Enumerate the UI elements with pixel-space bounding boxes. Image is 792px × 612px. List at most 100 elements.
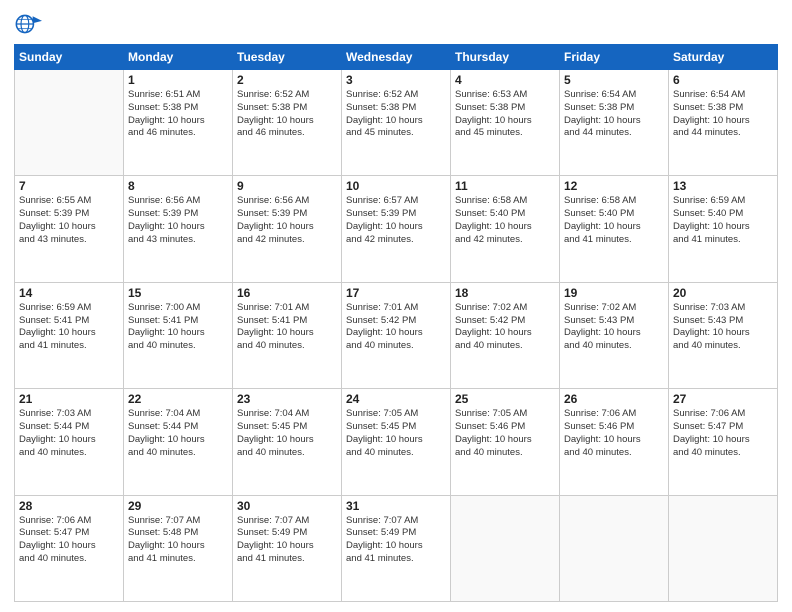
day-number: 10 — [346, 179, 446, 193]
calendar-cell: 18Sunrise: 7:02 AM Sunset: 5:42 PM Dayli… — [451, 282, 560, 388]
day-number: 3 — [346, 73, 446, 87]
calendar-cell: 7 Sunrise: 6:55 AM Sunset: 5:39 PM Daylig… — [15, 176, 124, 282]
day-number: 22 — [128, 392, 228, 406]
day-number: 16 — [237, 286, 337, 300]
day-info: Sunrise: 7:05 AM Sunset: 5:45 PM Dayligh… — [346, 408, 446, 459]
calendar-cell: 27 Sunrise: 7:06 AM Sunset: 5:47 PM Dayli… — [669, 389, 778, 495]
day-info: Sunrise: 7:03 AM Sunset: 5:44 PM Dayligh… — [19, 408, 119, 459]
calendar-cell: 13 Sunrise: 6:59 AM Sunset: 5:40 PM Dayli… — [669, 176, 778, 282]
weekday-header-sunday: Sunday — [15, 45, 124, 70]
day-number: 7 — [19, 179, 119, 193]
calendar-cell: 20Sunrise: 7:03 AM Sunset: 5:43 PM Dayli… — [669, 282, 778, 388]
calendar-cell: 29 Sunrise: 7:07 AM Sunset: 5:48 PM Dayli… — [124, 495, 233, 601]
calendar-cell: 26 Sunrise: 7:06 AM Sunset: 5:46 PM Dayli… — [560, 389, 669, 495]
day-number: 24 — [346, 392, 446, 406]
calendar-cell: 6 Sunrise: 6:54 AM Sunset: 5:38 PM Daylig… — [669, 70, 778, 176]
day-number: 25 — [455, 392, 555, 406]
day-info: Sunrise: 7:02 AM Sunset: 5:43 PM Dayligh… — [564, 302, 664, 353]
day-info: Sunrise: 6:59 AM Sunset: 5:40 PM Dayligh… — [673, 195, 773, 246]
weekday-header-row: SundayMondayTuesdayWednesdayThursdayFrid… — [15, 45, 778, 70]
weekday-header-tuesday: Tuesday — [233, 45, 342, 70]
day-info: Sunrise: 7:07 AM Sunset: 5:49 PM Dayligh… — [346, 515, 446, 566]
day-number: 13 — [673, 179, 773, 193]
day-number: 9 — [237, 179, 337, 193]
calendar-cell: 22 Sunrise: 7:04 AM Sunset: 5:44 PM Dayli… — [124, 389, 233, 495]
day-number: 27 — [673, 392, 773, 406]
day-info: Sunrise: 7:04 AM Sunset: 5:45 PM Dayligh… — [237, 408, 337, 459]
logo-area — [14, 10, 46, 38]
calendar-week-row: 7 Sunrise: 6:55 AM Sunset: 5:39 PM Daylig… — [15, 176, 778, 282]
day-info: Sunrise: 7:04 AM Sunset: 5:44 PM Dayligh… — [128, 408, 228, 459]
calendar-cell — [451, 495, 560, 601]
day-info: Sunrise: 6:57 AM Sunset: 5:39 PM Dayligh… — [346, 195, 446, 246]
day-info: Sunrise: 7:01 AM Sunset: 5:42 PM Dayligh… — [346, 302, 446, 353]
calendar-cell: 24 Sunrise: 7:05 AM Sunset: 5:45 PM Dayli… — [342, 389, 451, 495]
calendar-cell: 8 Sunrise: 6:56 AM Sunset: 5:39 PM Daylig… — [124, 176, 233, 282]
weekday-header-saturday: Saturday — [669, 45, 778, 70]
day-number: 28 — [19, 499, 119, 513]
calendar-week-row: 14Sunrise: 6:59 AM Sunset: 5:41 PM Dayli… — [15, 282, 778, 388]
calendar-cell: 10 Sunrise: 6:57 AM Sunset: 5:39 PM Dayli… — [342, 176, 451, 282]
day-number: 14 — [19, 286, 119, 300]
calendar-cell: 2Sunrise: 6:52 AM Sunset: 5:38 PM Daylig… — [233, 70, 342, 176]
day-info: Sunrise: 6:55 AM Sunset: 5:39 PM Dayligh… — [19, 195, 119, 246]
calendar-cell — [669, 495, 778, 601]
calendar-cell: 21 Sunrise: 7:03 AM Sunset: 5:44 PM Dayli… — [15, 389, 124, 495]
day-number: 12 — [564, 179, 664, 193]
day-number: 30 — [237, 499, 337, 513]
day-info: Sunrise: 7:00 AM Sunset: 5:41 PM Dayligh… — [128, 302, 228, 353]
day-info: Sunrise: 6:54 AM Sunset: 5:38 PM Dayligh… — [564, 89, 664, 140]
day-number: 4 — [455, 73, 555, 87]
calendar-cell: 3Sunrise: 6:52 AM Sunset: 5:38 PM Daylig… — [342, 70, 451, 176]
day-info: Sunrise: 7:05 AM Sunset: 5:46 PM Dayligh… — [455, 408, 555, 459]
calendar-page: SundayMondayTuesdayWednesdayThursdayFrid… — [0, 0, 792, 612]
day-info: Sunrise: 6:58 AM Sunset: 5:40 PM Dayligh… — [455, 195, 555, 246]
weekday-header-wednesday: Wednesday — [342, 45, 451, 70]
calendar-cell: 11 Sunrise: 6:58 AM Sunset: 5:40 PM Dayli… — [451, 176, 560, 282]
day-info: Sunrise: 7:01 AM Sunset: 5:41 PM Dayligh… — [237, 302, 337, 353]
day-info: Sunrise: 7:07 AM Sunset: 5:49 PM Dayligh… — [237, 515, 337, 566]
calendar-cell: 23 Sunrise: 7:04 AM Sunset: 5:45 PM Dayli… — [233, 389, 342, 495]
day-number: 19 — [564, 286, 664, 300]
day-number: 31 — [346, 499, 446, 513]
day-number: 11 — [455, 179, 555, 193]
day-number: 23 — [237, 392, 337, 406]
day-info: Sunrise: 6:58 AM Sunset: 5:40 PM Dayligh… — [564, 195, 664, 246]
calendar-cell: 25 Sunrise: 7:05 AM Sunset: 5:46 PM Dayli… — [451, 389, 560, 495]
calendar-cell: 30 Sunrise: 7:07 AM Sunset: 5:49 PM Dayli… — [233, 495, 342, 601]
day-info: Sunrise: 7:06 AM Sunset: 5:47 PM Dayligh… — [673, 408, 773, 459]
day-number: 17 — [346, 286, 446, 300]
day-info: Sunrise: 6:56 AM Sunset: 5:39 PM Dayligh… — [128, 195, 228, 246]
day-info: Sunrise: 6:51 AM Sunset: 5:38 PM Dayligh… — [128, 89, 228, 140]
day-number: 29 — [128, 499, 228, 513]
day-info: Sunrise: 7:02 AM Sunset: 5:42 PM Dayligh… — [455, 302, 555, 353]
day-info: Sunrise: 7:06 AM Sunset: 5:47 PM Dayligh… — [19, 515, 119, 566]
day-number: 5 — [564, 73, 664, 87]
day-number: 8 — [128, 179, 228, 193]
day-number: 26 — [564, 392, 664, 406]
weekday-header-monday: Monday — [124, 45, 233, 70]
calendar-cell: 17 Sunrise: 7:01 AM Sunset: 5:42 PM Dayli… — [342, 282, 451, 388]
day-number: 1 — [128, 73, 228, 87]
calendar-week-row: 28 Sunrise: 7:06 AM Sunset: 5:47 PM Dayli… — [15, 495, 778, 601]
day-info: Sunrise: 6:54 AM Sunset: 5:38 PM Dayligh… — [673, 89, 773, 140]
calendar-cell — [15, 70, 124, 176]
calendar-cell: 4Sunrise: 6:53 AM Sunset: 5:38 PM Daylig… — [451, 70, 560, 176]
calendar-table: SundayMondayTuesdayWednesdayThursdayFrid… — [14, 44, 778, 602]
day-info: Sunrise: 7:07 AM Sunset: 5:48 PM Dayligh… — [128, 515, 228, 566]
calendar-cell: 28 Sunrise: 7:06 AM Sunset: 5:47 PM Dayli… — [15, 495, 124, 601]
calendar-cell: 5 Sunrise: 6:54 AM Sunset: 5:38 PM Daylig… — [560, 70, 669, 176]
calendar-cell: 14Sunrise: 6:59 AM Sunset: 5:41 PM Dayli… — [15, 282, 124, 388]
calendar-cell: 9 Sunrise: 6:56 AM Sunset: 5:39 PM Daylig… — [233, 176, 342, 282]
day-info: Sunrise: 6:56 AM Sunset: 5:39 PM Dayligh… — [237, 195, 337, 246]
day-number: 15 — [128, 286, 228, 300]
day-number: 21 — [19, 392, 119, 406]
calendar-cell: 19 Sunrise: 7:02 AM Sunset: 5:43 PM Dayli… — [560, 282, 669, 388]
day-number: 2 — [237, 73, 337, 87]
calendar-week-row: 1 Sunrise: 6:51 AM Sunset: 5:38 PM Daylig… — [15, 70, 778, 176]
day-info: Sunrise: 7:06 AM Sunset: 5:46 PM Dayligh… — [564, 408, 664, 459]
day-number: 6 — [673, 73, 773, 87]
calendar-cell: 15 Sunrise: 7:00 AM Sunset: 5:41 PM Dayli… — [124, 282, 233, 388]
calendar-cell — [560, 495, 669, 601]
calendar-cell: 12 Sunrise: 6:58 AM Sunset: 5:40 PM Dayli… — [560, 176, 669, 282]
